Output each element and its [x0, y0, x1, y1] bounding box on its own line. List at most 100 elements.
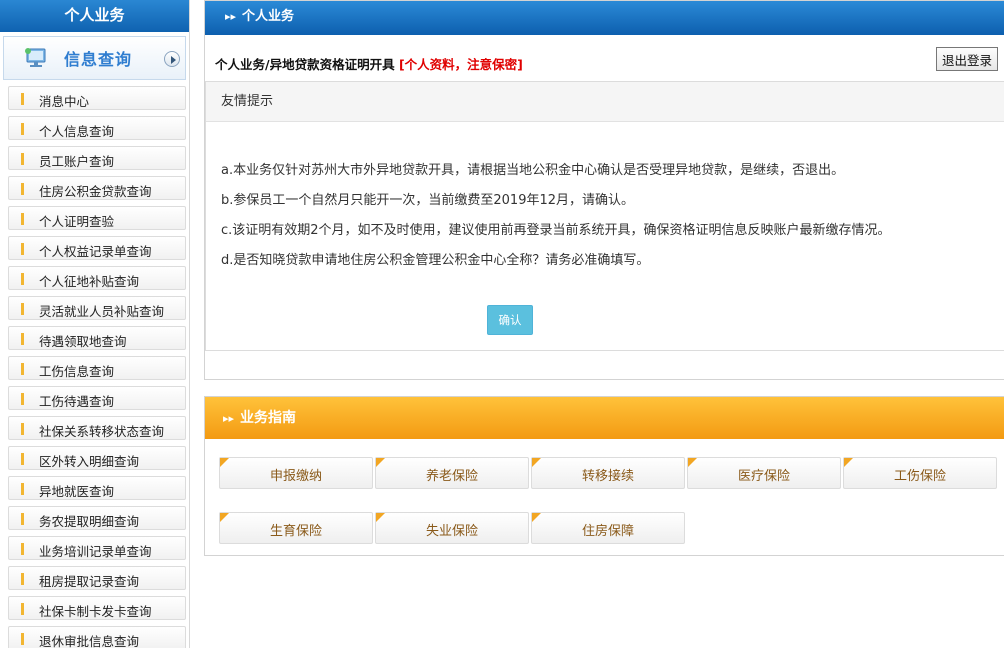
marker-bar-icon [21, 243, 24, 255]
sidebar-item-label: 个人征地补贴查询 [39, 274, 140, 289]
sidebar-item-label: 退休审批信息查询 [39, 634, 140, 648]
sidebar-item-label: 区外转入明细查询 [39, 454, 140, 469]
guide-button[interactable]: 医疗保险 [687, 457, 841, 489]
tip-line: a.本业务仅针对苏州大市外异地贷款开具，请根据当地公积金中心确认是否受理异地贷款… [221, 163, 845, 178]
marker-bar-icon [21, 123, 24, 135]
sidebar-item-label: 工伤信息查询 [39, 364, 115, 379]
sidebar-item[interactable]: 区外转入明细查询 [8, 446, 186, 470]
sidebar: 个人业务 信息查询 消息中心个人信息查询 员工账户查询住房公积金贷款查询 个人证明查… [0, 0, 190, 648]
guide-panel: ▸▸ 业务指南 申报缴纳 养老保险 转移接续 医疗保险 工伤保险生育保险 失业保险 住房保障 [204, 396, 1004, 556]
marker-bar-icon [21, 543, 24, 555]
sidebar-item-label: 工伤待遇查询 [39, 394, 115, 409]
sidebar-item-label: 社保关系转移状态查询 [39, 424, 165, 439]
guide-button[interactable]: 转移接续 [531, 457, 685, 489]
marker-bar-icon [21, 573, 24, 585]
tip-list: a.本业务仅针对苏州大市外异地贷款开具，请根据当地公积金中心确认是否受理异地贷款… [206, 122, 1004, 276]
sidebar-item-label: 灵活就业人员补贴查询 [39, 304, 165, 319]
guide-button-label: 养老保险 [425, 469, 478, 484]
sidebar-item[interactable]: 异地就医查询 [8, 476, 186, 500]
sidebar-item[interactable]: 退休审批信息查询 [8, 626, 186, 648]
marker-bar-icon [21, 393, 24, 405]
guide-button-label: 失业保险 [425, 524, 478, 539]
tip-title: 友情提示 [206, 82, 1004, 122]
sidebar-item[interactable]: 工伤信息查询 [8, 356, 186, 380]
sidebar-item-label: 社保卡制卡发卡查询 [39, 604, 152, 619]
marker-bar-icon [21, 303, 24, 315]
sidebar-item[interactable]: 员工账户查询 [8, 146, 186, 170]
sidebar-item[interactable]: 业务培训记录单查询 [8, 536, 186, 560]
guide-button-label: 转移接续 [581, 469, 634, 484]
main-content: ▸▸ 个人业务 个人业务/异地贷款资格证明开具 [个人资料，注意保密] 退出登录 … [204, 0, 1004, 648]
sidebar-item[interactable]: 个人信息查询 [8, 116, 186, 140]
tip-box: 友情提示 a.本业务仅针对苏州大市外异地贷款开具，请根据当地公积金中心确认是否受… [205, 81, 1004, 351]
sidebar-item-label: 租房提取记录查询 [39, 574, 140, 589]
marker-bar-icon [21, 423, 24, 435]
guide-button[interactable]: 申报缴纳 [219, 457, 373, 489]
chevron-right-icon[interactable] [164, 51, 180, 67]
guide-button[interactable]: 养老保险 [375, 457, 529, 489]
sidebar-item-label: 消息中心 [39, 94, 90, 109]
marker-bar-icon [21, 273, 24, 285]
marker-bar-icon [21, 513, 24, 525]
marker-bar-icon [21, 183, 24, 195]
sidebar-item-label: 异地就医查询 [39, 484, 115, 499]
marker-bar-icon [21, 483, 24, 495]
sidebar-item-label: 务农提取明细查询 [39, 514, 140, 529]
guide-button[interactable]: 工伤保险 [843, 457, 997, 489]
guide-button[interactable]: 失业保险 [375, 512, 529, 544]
breadcrumb-path: 个人业务/异地贷款资格证明开具 [215, 57, 395, 72]
section-header: ▸▸ 个人业务 [205, 1, 1004, 35]
guide-button-label: 申报缴纳 [269, 469, 322, 484]
sidebar-item[interactable]: 待遇领取地查询 [8, 326, 186, 350]
guide-button-label: 住房保障 [581, 524, 634, 539]
sidebar-item-label: 员工账户查询 [39, 154, 115, 169]
sidebar-item[interactable]: 住房公积金贷款查询 [8, 176, 186, 200]
sidebar-item[interactable]: 个人证明查验 [8, 206, 186, 230]
monitor-icon [24, 47, 48, 69]
sidebar-item[interactable]: 务农提取明细查询 [8, 506, 186, 530]
guide-button-label: 生育保险 [269, 524, 322, 539]
privacy-warning: [个人资料，注意保密] [398, 57, 523, 72]
business-panel: ▸▸ 个人业务 个人业务/异地贷款资格证明开具 [个人资料，注意保密] 退出登录 … [204, 0, 1004, 380]
marker-bar-icon [21, 93, 24, 105]
sidebar-item[interactable]: 社保关系转移状态查询 [8, 416, 186, 440]
sidebar-section-header[interactable]: 信息查询 [3, 36, 186, 80]
sidebar-section-title: 信息查询 [64, 50, 133, 69]
guide-button-label: 工伤保险 [893, 469, 946, 484]
guide-button[interactable]: 生育保险 [219, 512, 373, 544]
sidebar-item[interactable]: 租房提取记录查询 [8, 566, 186, 590]
marker-bar-icon [21, 363, 24, 375]
sidebar-item-label: 个人信息查询 [39, 124, 115, 139]
marker-bar-icon [21, 453, 24, 465]
guide-title: 业务指南 [240, 410, 297, 426]
section-title: 个人业务 [242, 9, 295, 24]
sidebar-top-title: 个人业务 [0, 0, 189, 32]
tip-line: c.该证明有效期2个月，如不及时使用，建议使用前再登录当前系统开具，确保资格证明… [221, 223, 891, 238]
sidebar-item[interactable]: 社保卡制卡发卡查询 [8, 596, 186, 620]
guide-button[interactable]: 住房保障 [531, 512, 685, 544]
sidebar-item-label: 个人证明查验 [39, 214, 115, 229]
sidebar-item-label: 个人权益记录单查询 [39, 244, 152, 259]
marker-bar-icon [21, 633, 24, 645]
sidebar-menu: 消息中心个人信息查询 员工账户查询住房公积金贷款查询 个人证明查验个人权益记录单查询… [8, 86, 186, 648]
confirm-button[interactable]: 确认 [487, 305, 533, 335]
sidebar-item-label: 住房公积金贷款查询 [39, 184, 152, 199]
tip-line: d.是否知晓贷款申请地住房公积金管理公积金中心全称？请务必准确填写。 [221, 253, 650, 268]
sidebar-item[interactable]: 个人权益记录单查询 [8, 236, 186, 260]
tip-line: b.参保员工一个自然月只能开一次，当前缴费至2019年12月，请确认。 [221, 193, 635, 208]
marker-bar-icon [21, 213, 24, 225]
guide-header: ▸▸ 业务指南 [205, 397, 1004, 439]
sidebar-item[interactable]: 灵活就业人员补贴查询 [8, 296, 186, 320]
sidebar-item[interactable]: 工伤待遇查询 [8, 386, 186, 410]
logout-button[interactable]: 退出登录 [936, 47, 998, 71]
guide-button-label: 医疗保险 [737, 469, 790, 484]
breadcrumb: 个人业务/异地贷款资格证明开具 [个人资料，注意保密] [215, 54, 523, 73]
breadcrumb-row: 个人业务/异地贷款资格证明开具 [个人资料，注意保密] 退出登录 [205, 35, 1004, 81]
sidebar-item[interactable]: 个人征地补贴查询 [8, 266, 186, 290]
double-arrow-icon: ▸▸ [223, 412, 235, 425]
sidebar-item[interactable]: 消息中心 [8, 86, 186, 110]
double-arrow-icon: ▸▸ [225, 10, 237, 23]
marker-bar-icon [21, 603, 24, 615]
marker-bar-icon [21, 333, 24, 345]
sidebar-item-label: 待遇领取地查询 [39, 334, 127, 349]
